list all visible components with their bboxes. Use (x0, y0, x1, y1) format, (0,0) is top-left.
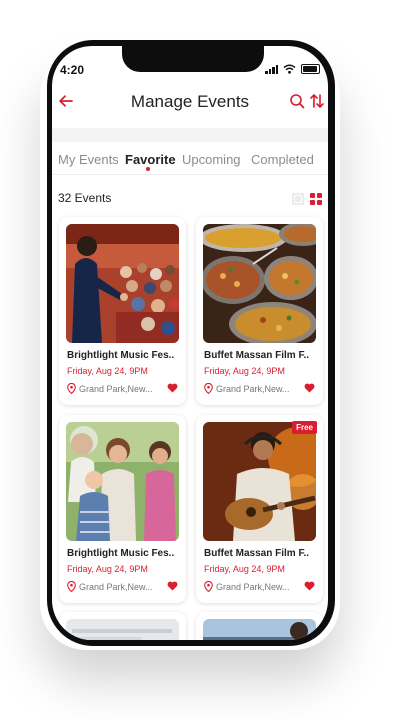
event-card-partial[interactable] (59, 612, 186, 640)
page-title: Manage Events (130, 92, 250, 111)
event-location: Grand Park,New... (216, 582, 290, 592)
search-icon[interactable] (289, 93, 305, 109)
event-name: Brightlight Music Fes.. (67, 350, 175, 361)
event-image-partial (203, 619, 316, 640)
event-card[interactable]: Brightlight Music Fes.. Friday, Aug 24, … (59, 217, 186, 405)
event-date: Friday, Aug 24, 9PM (67, 366, 148, 376)
free-badge: Free (292, 421, 317, 434)
event-image-speaker (66, 224, 179, 343)
location-pin-icon (204, 383, 213, 394)
event-image-buffet (203, 224, 316, 343)
event-card[interactable]: Free Buffet Massan Film F.. Friday, Aug … (196, 415, 323, 603)
event-name: Buffet Massan Film F.. (204, 548, 310, 559)
event-location: Grand Park,New... (216, 384, 290, 394)
heart-icon[interactable] (167, 383, 178, 393)
tab-upcoming[interactable]: Upcoming (182, 152, 241, 167)
sort-icon[interactable] (309, 93, 325, 109)
tab-my-events[interactable]: My Events (58, 152, 119, 167)
list-view-icon[interactable] (292, 193, 304, 205)
event-image-guitarist (203, 422, 316, 541)
events-count: 32 Events (58, 191, 112, 205)
tabs-divider (52, 174, 328, 175)
heart-icon[interactable] (167, 581, 178, 591)
tab-bar: My Events Favorite Upcoming Completed (52, 150, 328, 174)
heart-icon[interactable] (304, 581, 315, 591)
event-card[interactable]: Brightlight Music Fes.. Friday, Aug 24, … (59, 415, 186, 603)
tab-completed[interactable]: Completed (251, 152, 314, 167)
event-date: Friday, Aug 24, 9PM (204, 564, 285, 574)
notch (122, 46, 264, 72)
active-tab-indicator (146, 167, 150, 171)
event-location: Grand Park,New... (79, 384, 153, 394)
location-pin-icon (67, 581, 76, 592)
app-header: Manage Events (52, 88, 328, 118)
tab-favorite[interactable]: Favorite (125, 152, 176, 167)
event-date: Friday, Aug 24, 9PM (67, 564, 148, 574)
event-image-family (66, 422, 179, 541)
event-image-partial (66, 619, 179, 640)
header-separator (52, 128, 328, 142)
battery-icon (301, 64, 320, 74)
location-pin-icon (204, 581, 213, 592)
status-icons (265, 64, 320, 74)
event-location: Grand Park,New... (79, 582, 153, 592)
signal-icon (265, 64, 278, 74)
heart-icon[interactable] (304, 383, 315, 393)
event-name: Buffet Massan Film F.. (204, 350, 310, 361)
event-card-partial[interactable] (196, 612, 323, 640)
wifi-icon (283, 64, 296, 74)
phone-screen: 4:20 Manage Events My Events Favorite Up… (52, 46, 328, 640)
event-name: Brightlight Music Fes.. (67, 548, 175, 559)
event-date: Friday, Aug 24, 9PM (204, 366, 285, 376)
status-time: 4:20 (60, 63, 85, 77)
location-pin-icon (67, 383, 76, 394)
event-card[interactable]: Buffet Massan Film F.. Friday, Aug 24, 9… (196, 217, 323, 405)
grid-view-icon[interactable] (310, 193, 322, 205)
